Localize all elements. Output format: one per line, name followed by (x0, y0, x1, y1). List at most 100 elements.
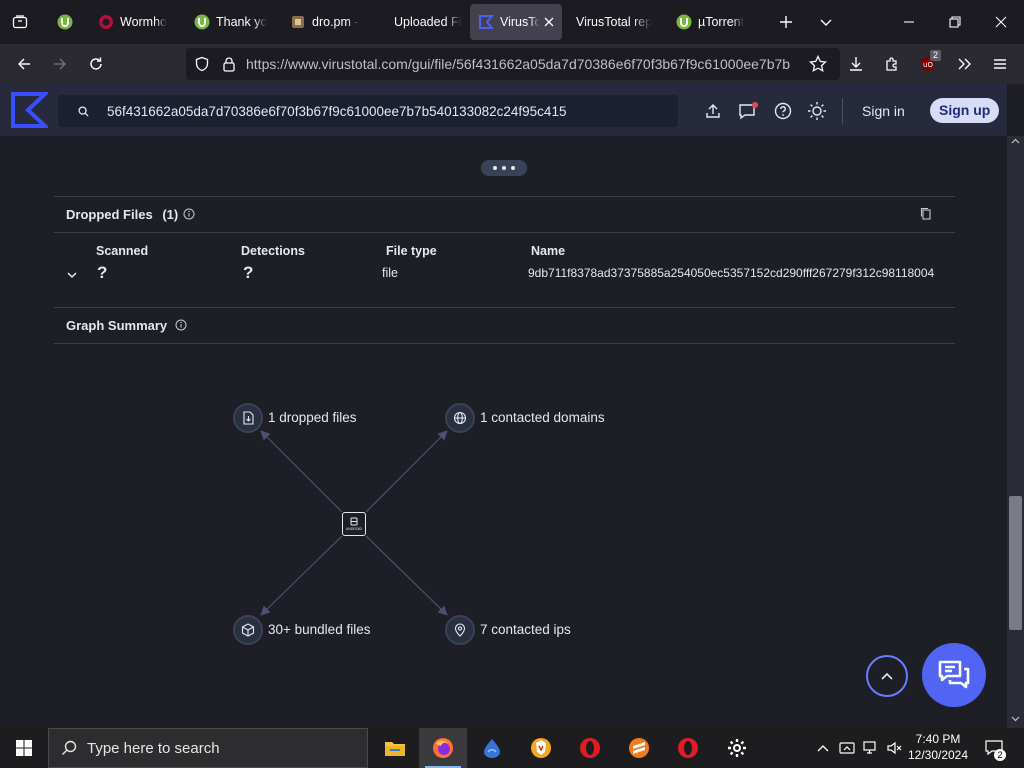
expand-more-button[interactable] (481, 160, 527, 176)
tab-label: Thank yo (216, 15, 268, 29)
contacted-domains-node[interactable]: 1 contacted domains (480, 410, 605, 425)
lock-icon[interactable] (222, 56, 236, 72)
tab-utorrent[interactable]: µTorrent (668, 4, 756, 40)
clock-time: 7:40 PM (915, 732, 961, 746)
upload-button[interactable] (701, 99, 725, 123)
back-button[interactable] (6, 48, 42, 80)
network-icon (863, 741, 876, 754)
android-app-node[interactable]: ANDROID (342, 512, 366, 536)
sign-up-button[interactable]: Sign up (930, 98, 1000, 123)
contacted-ips-node[interactable]: 7 contacted ips (480, 622, 571, 637)
reload-button[interactable] (78, 48, 114, 80)
help-button[interactable] (771, 99, 795, 123)
bundled-files-node[interactable]: 30+ bundled files (268, 622, 370, 637)
notification-center-button[interactable]: 2 (980, 728, 1008, 768)
taskbar-clock[interactable]: 7:40 PM 12/30/2024 (903, 731, 973, 763)
expand-row-chevron-icon[interactable] (66, 270, 78, 280)
tray-app-button[interactable] (836, 728, 858, 768)
opera-app[interactable] (566, 728, 614, 768)
bookmark-star-button[interactable] (800, 48, 836, 80)
tab-wormhole[interactable]: Wormho (90, 4, 186, 40)
tab-thank-you[interactable]: Thank yo (186, 4, 282, 40)
file-explorer-app[interactable] (371, 728, 419, 768)
arrow-right-icon (54, 58, 67, 70)
dropped-files-title: Dropped Files (1) (66, 207, 178, 222)
tab-dropm[interactable]: dro.pm - (282, 4, 378, 40)
divider (54, 196, 955, 197)
column-header-detections: Detections (241, 244, 305, 258)
info-icon[interactable] (183, 208, 195, 220)
tab-virustotal-report[interactable]: VirusTotal rep (562, 4, 668, 40)
pinned-tab-utorrent[interactable] (40, 2, 90, 42)
contacted-ips-node-icon[interactable] (447, 617, 473, 643)
browser-tab-strip: Wormho Thank yo dro.pm - Uploaded File V… (0, 0, 1024, 44)
forward-button[interactable] (42, 48, 78, 80)
brave-browser-app[interactable] (517, 728, 565, 768)
scroll-up-arrow-icon[interactable] (1011, 138, 1020, 144)
sign-in-link[interactable]: Sign in (862, 99, 905, 123)
contacted-domains-node-icon[interactable] (447, 405, 473, 431)
windows-taskbar: Type here to search 7:40 PM 12/30/2024 2 (0, 728, 1024, 768)
wormhole-icon (98, 14, 114, 30)
notifications-button[interactable] (736, 99, 760, 123)
tab-overview-button[interactable] (0, 2, 40, 42)
chevron-up-icon (881, 672, 893, 680)
network-button[interactable] (860, 728, 882, 768)
copy-icon[interactable] (920, 207, 932, 220)
info-icon[interactable] (175, 319, 187, 331)
dropped-files-node-icon[interactable] (235, 405, 261, 431)
app-menu-button[interactable] (982, 48, 1018, 80)
column-header-file-type: File type (386, 244, 437, 258)
virustotal-logo-icon[interactable] (10, 91, 48, 129)
downloads-button[interactable] (838, 48, 874, 80)
search-icon (78, 105, 89, 117)
restore-button[interactable] (932, 0, 978, 44)
minimize-button[interactable] (886, 0, 932, 44)
start-button[interactable] (0, 728, 48, 768)
settings-app[interactable] (713, 728, 761, 768)
sublime-text-app[interactable] (615, 728, 663, 768)
tracking-protection-icon[interactable] (194, 56, 210, 72)
brave-lion-icon (531, 738, 551, 758)
feedback-chat-button[interactable] (922, 643, 986, 707)
opera-gx-app[interactable] (664, 728, 712, 768)
tab-uploaded-file[interactable]: Uploaded File (378, 4, 470, 40)
scrollbar-thumb[interactable] (1009, 496, 1022, 630)
close-tab-icon[interactable] (544, 17, 554, 27)
file-type-value: file (382, 266, 398, 280)
hamburger-menu-icon (994, 59, 1006, 69)
file-name-link[interactable]: 9db711f8378ad37375885a254050ec5357152cd2… (528, 266, 934, 280)
url-text[interactable]: https://www.virustotal.com/gui/file/56f4… (246, 56, 800, 72)
dropped-files-node[interactable]: 1 dropped files (268, 410, 357, 425)
hash-search-input[interactable]: 56f431662a05da7d70386e6f70f3b67f9c61000e… (58, 95, 678, 127)
main-content: Dropped Files (1) Scanned Detections Fil… (0, 136, 1007, 728)
scroll-down-arrow-icon[interactable] (1011, 716, 1020, 722)
ublock-origin-button[interactable]: uO 2 (910, 48, 946, 80)
graph-summary-title: Graph Summary (66, 318, 168, 333)
theme-toggle-button[interactable] (805, 99, 829, 123)
taskbar-search-box[interactable]: Type here to search (48, 728, 368, 768)
close-window-button[interactable] (978, 0, 1024, 44)
bundled-files-node-icon[interactable] (235, 617, 261, 643)
show-hidden-icons-button[interactable] (812, 728, 834, 768)
help-icon (774, 102, 792, 120)
double-chevron-right-icon (958, 58, 971, 70)
page-scrollbar[interactable] (1007, 136, 1024, 728)
edge-dev-app[interactable] (468, 728, 516, 768)
firefox-icon (433, 738, 453, 758)
opera-icon (678, 738, 698, 758)
virustotal-icon (478, 14, 494, 30)
new-tab-button[interactable] (766, 2, 806, 42)
extensions-button[interactable] (874, 48, 910, 80)
tab-virustotal-active[interactable]: VirusTo (470, 4, 562, 40)
chevron-down-icon (820, 19, 832, 26)
search-value: 56f431662a05da7d70386e6f70f3b67f9c61000e… (107, 103, 567, 119)
svg-text:uO: uO (923, 61, 933, 69)
chat-notification-icon (739, 102, 758, 120)
water-drop-app-icon (484, 739, 500, 758)
more-tools-button[interactable] (946, 48, 982, 80)
scroll-to-top-button[interactable] (866, 655, 908, 697)
firefox-app[interactable] (419, 728, 467, 768)
url-bar[interactable]: https://www.virustotal.com/gui/file/56f4… (186, 48, 840, 80)
list-all-tabs-button[interactable] (806, 2, 846, 42)
